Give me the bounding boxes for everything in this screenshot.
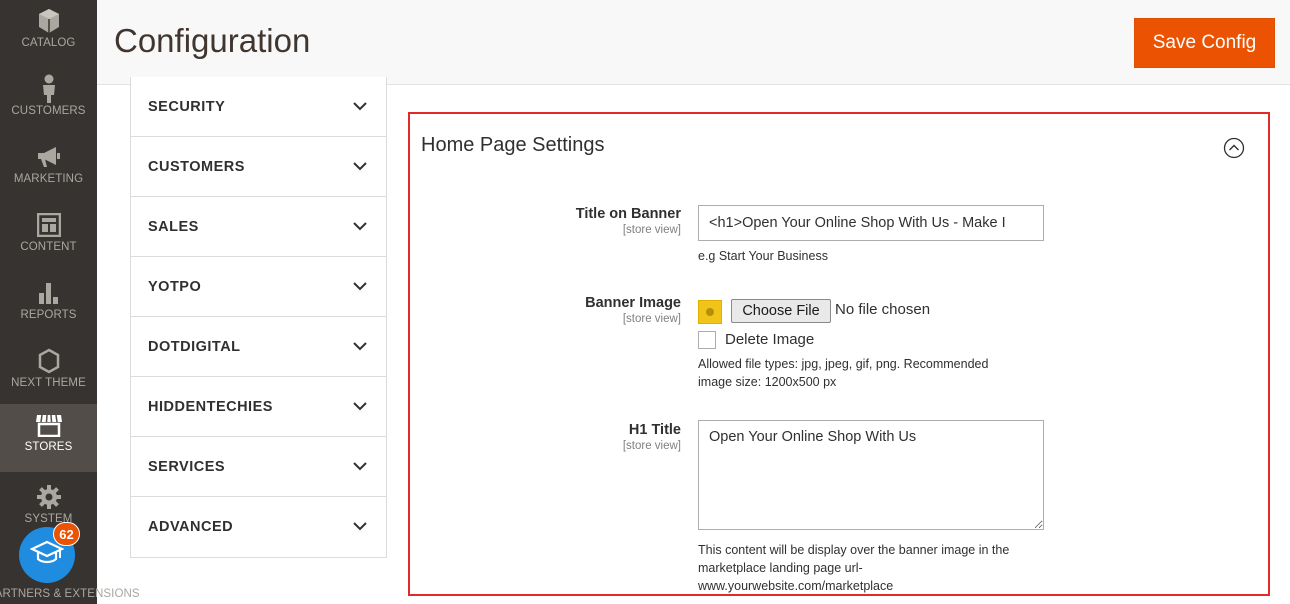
person-icon bbox=[40, 74, 58, 104]
banner-image-note-line1: Allowed file types: jpg, jpeg, gif, png.… bbox=[698, 357, 989, 371]
bar-chart-icon bbox=[37, 278, 61, 308]
gear-icon bbox=[36, 482, 62, 512]
h1-title-note-line2: marketplace landing page url- bbox=[698, 561, 863, 575]
h1-title-label: H1 Title bbox=[628, 422, 681, 438]
nav-catalog[interactable]: CATALOG bbox=[0, 0, 97, 68]
nav-label: CATALOG bbox=[21, 37, 76, 49]
title-on-banner-label: Title on Banner bbox=[575, 206, 681, 222]
tab-label: HIDDENTECHIES bbox=[148, 398, 273, 415]
admin-sidebar: CATALOG CUSTOMERS MARKETING CONTENT REPO… bbox=[0, 0, 140, 604]
nav-label: REPORTS bbox=[20, 309, 77, 321]
delete-image-label[interactable]: Delete Image bbox=[725, 331, 814, 348]
config-tabs: SECURITY CUSTOMERS SALES YOTPO DOTDIGITA… bbox=[130, 77, 387, 558]
nav-marketing[interactable]: MARKETING bbox=[0, 136, 97, 204]
nav-next-theme[interactable]: NEXT THEME bbox=[0, 340, 97, 408]
choose-file-button[interactable]: Choose File bbox=[731, 299, 831, 323]
section-title[interactable]: Home Page Settings bbox=[421, 134, 604, 157]
hexagon-icon bbox=[37, 346, 61, 376]
tab-label: SERVICES bbox=[148, 458, 226, 475]
chevron-down-icon bbox=[353, 458, 367, 476]
delete-image-checkbox[interactable] bbox=[698, 331, 716, 349]
tab-label: ADVANCED bbox=[148, 519, 234, 535]
chevron-down-icon bbox=[353, 338, 367, 356]
nav-label: CUSTOMERS bbox=[11, 105, 86, 117]
tab-label: SECURITY bbox=[148, 98, 226, 115]
no-file-chosen-text: No file chosen bbox=[835, 301, 931, 318]
tab-label: YOTPO bbox=[148, 278, 202, 295]
storefront-icon bbox=[35, 410, 63, 440]
tab-services[interactable]: SERVICES bbox=[131, 437, 386, 497]
chevron-down-icon bbox=[353, 518, 367, 536]
nav-stores[interactable]: STORES bbox=[0, 404, 97, 472]
page-title: Configuration bbox=[114, 22, 311, 59]
title-on-banner-note: e.g Start Your Business bbox=[698, 249, 828, 263]
store-view-scope: [store view] bbox=[622, 313, 681, 325]
title-on-banner-input[interactable] bbox=[698, 205, 1044, 241]
nav-label: FIND PARTNERS & EXTENSIONS bbox=[0, 588, 140, 600]
chevron-down-icon bbox=[353, 398, 367, 416]
megaphone-icon bbox=[36, 142, 62, 172]
home-page-settings-section: Home Page Settings Title on Banner [stor… bbox=[408, 112, 1270, 596]
chevron-down-icon bbox=[353, 278, 367, 296]
tab-label: DOTDIGITAL bbox=[148, 338, 241, 355]
chevron-down-icon bbox=[353, 218, 367, 236]
tab-security[interactable]: SECURITY bbox=[131, 77, 386, 137]
nav-reports[interactable]: REPORTS bbox=[0, 272, 97, 340]
chevron-down-icon bbox=[353, 98, 367, 116]
collapse-chevron-up-icon[interactable] bbox=[1223, 137, 1245, 159]
tab-advanced[interactable]: ADVANCED bbox=[131, 497, 386, 557]
tab-label: SALES bbox=[148, 218, 199, 235]
store-view-scope: [store view] bbox=[622, 224, 681, 236]
tab-sales[interactable]: SALES bbox=[131, 197, 386, 257]
save-config-button[interactable]: Save Config bbox=[1134, 18, 1275, 68]
tab-yotpo[interactable]: YOTPO bbox=[131, 257, 386, 317]
chevron-down-icon bbox=[353, 158, 367, 176]
banner-image-thumbnail[interactable] bbox=[698, 300, 722, 324]
cube-icon bbox=[37, 6, 61, 36]
tab-label: CUSTOMERS bbox=[148, 158, 245, 175]
tab-hiddentechies[interactable]: HIDDENTECHIES bbox=[131, 377, 386, 437]
tab-dotdigital[interactable]: DOTDIGITAL bbox=[131, 317, 386, 377]
tab-customers[interactable]: CUSTOMERS bbox=[131, 137, 386, 197]
nav-content[interactable]: CONTENT bbox=[0, 204, 97, 272]
nav-label: STORES bbox=[24, 441, 73, 453]
notification-count-badge: 62 bbox=[53, 522, 80, 546]
store-view-scope: [store view] bbox=[622, 440, 681, 452]
layout-icon bbox=[36, 210, 61, 240]
banner-image-label: Banner Image bbox=[585, 295, 681, 311]
h1-title-note-line1: This content will be display over the ba… bbox=[698, 543, 1010, 557]
banner-image-note-line2: image size: 1200x500 px bbox=[698, 375, 837, 389]
nav-label: NEXT THEME bbox=[11, 377, 86, 389]
h1-title-note-line3: www.yourwebsite.com/marketplace bbox=[698, 579, 894, 593]
nav-label: MARKETING bbox=[13, 173, 84, 185]
nav-label: CONTENT bbox=[20, 241, 77, 253]
nav-customers[interactable]: CUSTOMERS bbox=[0, 68, 97, 136]
page-header: Configuration Save Config bbox=[97, 0, 1290, 85]
h1-title-textarea[interactable]: Open Your Online Shop With Us bbox=[698, 420, 1044, 530]
